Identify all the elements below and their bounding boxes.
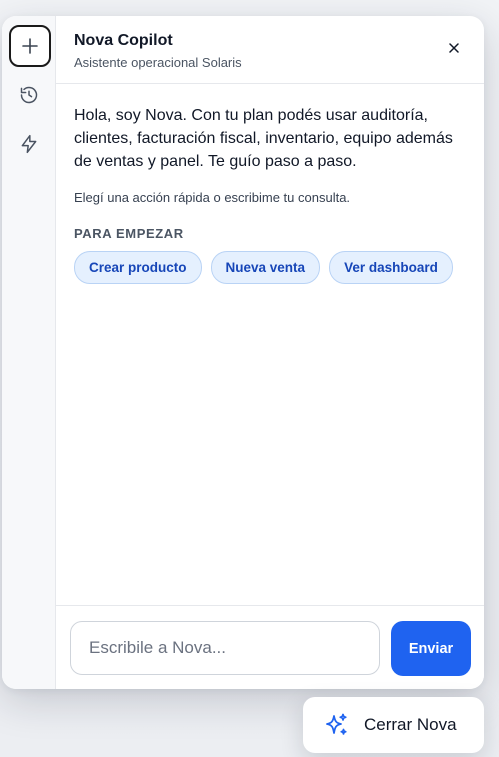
section-label: PARA EMPEZAR (74, 226, 184, 241)
quick-action-chips: Crear producto Nueva venta Ver dashboard (74, 251, 453, 284)
sidebar-rail (2, 16, 56, 689)
quick-actions-button[interactable] (10, 125, 48, 163)
close-nova-label: Cerrar Nova (364, 715, 457, 734)
hint-text: Elegí una acción rápida o escribime tu c… (74, 190, 351, 205)
history-icon (20, 86, 38, 104)
chip-crear-producto[interactable]: Crear producto (74, 251, 202, 284)
plus-icon (22, 38, 38, 54)
new-chat-button[interactable] (9, 25, 51, 67)
copilot-panel: Nova Copilot Asistente operacional Solar… (2, 16, 484, 689)
panel-subtitle: Asistente operacional Solaris (74, 55, 242, 70)
composer: Enviar (56, 605, 484, 689)
panel-header: Nova Copilot Asistente operacional Solar… (56, 16, 484, 84)
history-button[interactable] (10, 76, 48, 114)
close-button[interactable] (446, 40, 462, 56)
chip-nueva-venta[interactable]: Nueva venta (210, 251, 321, 284)
close-icon (449, 43, 459, 53)
panel-title: Nova Copilot (74, 32, 173, 49)
conversation-area: Hola, soy Nova. Con tu plan podés usar a… (56, 84, 484, 604)
send-button[interactable]: Enviar (391, 621, 471, 676)
assistant-greeting: Hola, soy Nova. Con tu plan podés usar a… (74, 107, 453, 170)
chip-ver-dashboard[interactable]: Ver dashboard (329, 251, 453, 284)
bolt-icon (21, 134, 37, 154)
close-nova-button[interactable]: Cerrar Nova (303, 697, 484, 753)
sparkles-icon (326, 713, 347, 735)
message-input[interactable] (70, 621, 380, 675)
